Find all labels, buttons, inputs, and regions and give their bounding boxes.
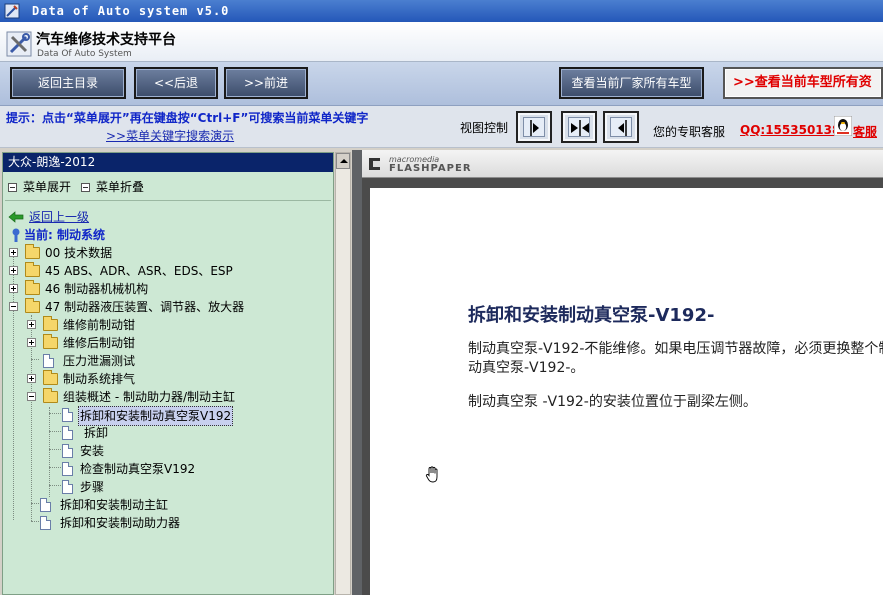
forward-button[interactable]: >>前进: [224, 67, 308, 99]
flashpaper-label: FLASHPAPER: [389, 163, 472, 174]
menu-expand-button[interactable]: 菜单展开: [8, 178, 71, 195]
document-title: 拆卸和安装制动真空泵-V192-: [468, 305, 715, 326]
minus-box-icon: [81, 183, 90, 192]
menu-panel: 大众-朗逸-2012 菜单展开 菜单折叠 返回上一级 当前: 制动系统 00 技…: [0, 150, 352, 595]
window-title-bar: Data of Auto system v5.0: [0, 0, 883, 22]
document-icon: [40, 498, 51, 512]
expand-plus-icon[interactable]: [9, 248, 18, 257]
document-icon: [62, 426, 73, 440]
divider: [5, 200, 331, 201]
document-viewer: macromedia FLASHPAPER 拆卸和安装制动真空泵-V192- 制…: [362, 150, 883, 595]
collapse-minus-icon[interactable]: [9, 302, 18, 311]
navigation-bar: 返回主目录 <<后退 >>前进 查看当前厂家所有车型 >>查看当前车型所有资: [0, 62, 883, 106]
folder-icon: [43, 316, 58, 331]
arrows-inward-icon: [571, 120, 589, 136]
collapse-minus-icon[interactable]: [27, 392, 36, 401]
qq-penguin-icon[interactable]: [834, 116, 852, 136]
document-paragraph: 制动真空泵-V192-不能维修。如果电压调节器故障，必须更换整个制动真空泵-V1…: [468, 341, 883, 376]
hint-bar: 提示：点击“菜单展开”再在键盘按“Ctrl+F”可搜索当前菜单关键字 >>菜单关…: [0, 106, 883, 148]
back-to-main-button[interactable]: 返回主目录: [10, 67, 126, 99]
tree-line: [31, 359, 39, 360]
arrow-right-icon: [530, 120, 539, 136]
document-paragraph: 制动真空泵 -V192-的安装位置位于副梁左侧。: [468, 394, 757, 410]
document-page[interactable]: 拆卸和安装制动真空泵-V192- 制动真空泵-V192-不能维修。如果电压调节器…: [370, 188, 883, 595]
wrench-icon: [12, 228, 20, 242]
menu-scrollbar[interactable]: [335, 152, 351, 595]
panel-splitter[interactable]: [352, 150, 362, 595]
expand-plus-icon[interactable]: [9, 266, 18, 275]
hand-cursor-icon: [425, 466, 438, 483]
flashpaper-toolbar: macromedia FLASHPAPER: [362, 150, 883, 178]
tree-line: [49, 407, 50, 503]
window-title: Data of Auto system v5.0: [32, 4, 230, 18]
tree-line: [31, 503, 39, 504]
document-icon: [62, 408, 73, 422]
platform-subtitle: Data Of Auto System: [37, 49, 132, 59]
menu-collapse-button[interactable]: 菜单折叠: [81, 178, 144, 195]
app-header: 汽车维修技术支持平台 Data Of Auto System: [0, 22, 883, 62]
app-icon: [4, 3, 20, 19]
current-model-all-label: 查看当前车型所有资: [754, 75, 872, 90]
customer-service-label: 您的专职客服: [653, 125, 726, 139]
document-icon: [62, 462, 73, 476]
back-button[interactable]: <<后退: [134, 67, 218, 99]
tools-logo-icon: [6, 31, 32, 57]
all-manufacturer-models-button[interactable]: 查看当前厂家所有车型: [559, 67, 704, 99]
document-icon: [43, 354, 54, 368]
current-model-label: 大众-朗逸-2012: [3, 153, 333, 172]
expand-plus-icon[interactable]: [27, 320, 36, 329]
customer-service-link[interactable]: 客服: [853, 123, 877, 140]
folder-icon: [25, 244, 40, 259]
platform-title: 汽车维修技术支持平台: [36, 32, 176, 48]
tree-line: [31, 521, 39, 522]
view-split-button[interactable]: [561, 111, 597, 143]
document-icon: [62, 444, 73, 458]
folder-icon: [25, 262, 40, 277]
document-icon: [62, 480, 73, 494]
folder-icon: [43, 370, 58, 385]
search-demo-link[interactable]: >>菜单关键字搜索演示: [106, 127, 234, 144]
expand-plus-icon[interactable]: [27, 374, 36, 383]
view-show-left-button[interactable]: [516, 111, 552, 143]
view-show-right-button[interactable]: [603, 111, 639, 143]
double-chevron-right-icon: >>: [733, 75, 755, 90]
minus-box-icon: [8, 183, 17, 192]
flashpaper-logo-icon: [369, 158, 380, 170]
open-folder-icon: [43, 388, 58, 403]
current-model-all-button[interactable]: >>查看当前车型所有资: [723, 67, 883, 99]
document-icon: [40, 516, 51, 530]
folder-icon: [25, 280, 40, 295]
open-folder-icon: [25, 298, 40, 313]
folder-icon: [43, 334, 58, 349]
expand-plus-icon[interactable]: [27, 338, 36, 347]
search-hint-text: 提示：点击“菜单展开”再在键盘按“Ctrl+F”可搜索当前菜单关键字: [6, 111, 369, 125]
arrow-back-icon: [8, 211, 24, 223]
tree-line: [13, 253, 14, 520]
menu-tree: 大众-朗逸-2012 菜单展开 菜单折叠 返回上一级 当前: 制动系统 00 技…: [2, 152, 334, 595]
expand-plus-icon[interactable]: [9, 284, 18, 293]
qq-number-link[interactable]: QQ:1553501388: [740, 123, 849, 137]
scroll-up-icon[interactable]: [336, 153, 350, 169]
view-control-label: 视图控制: [460, 121, 509, 135]
arrow-left-icon: [618, 120, 627, 136]
